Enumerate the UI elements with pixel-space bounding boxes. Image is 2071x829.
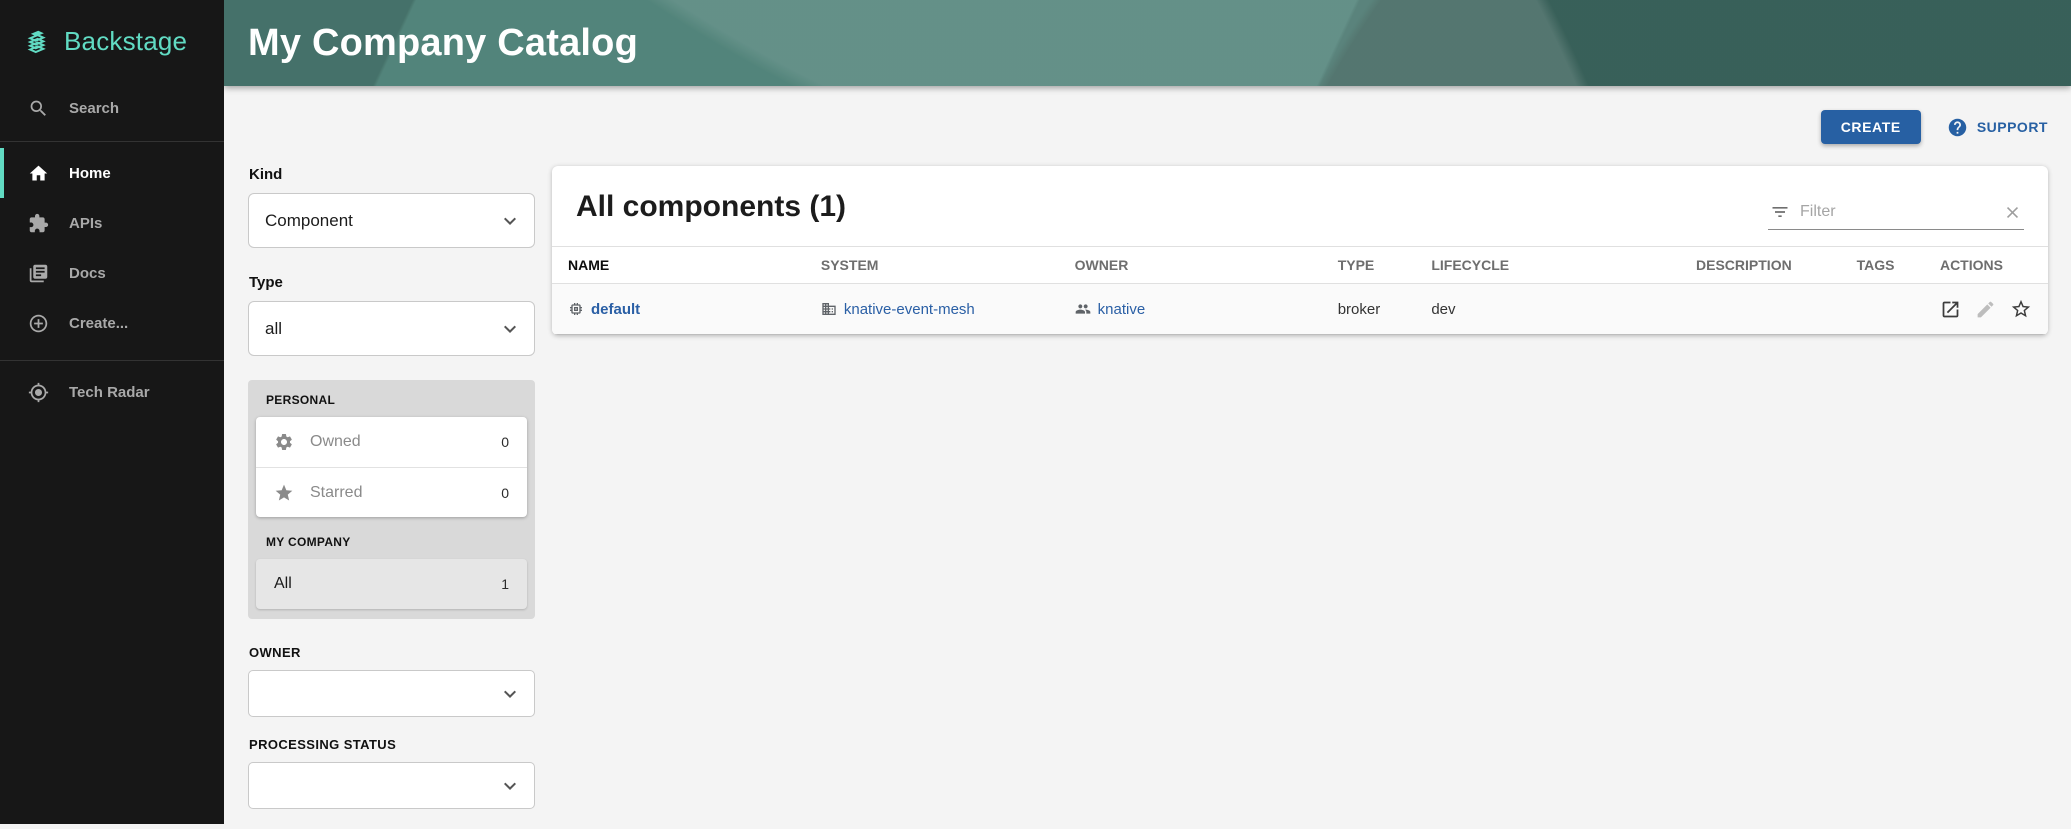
name-cell: default	[568, 301, 789, 318]
processing-status-select[interactable]	[248, 762, 535, 809]
ownership-panel: PERSONAL Owned 0 Starred 0	[248, 380, 535, 619]
column-header-actions: ACTIONS	[1924, 247, 2048, 284]
table-row: default knative-event-mesh	[552, 284, 2048, 335]
sidebar-item-search[interactable]: Search	[0, 81, 224, 135]
sidebar-item-create[interactable]: Create...	[0, 298, 224, 348]
sidebar-divider	[0, 141, 224, 142]
gear-icon	[274, 432, 294, 452]
building-icon	[821, 301, 837, 317]
star-border-icon[interactable]	[2010, 298, 2032, 320]
sidebar-divider	[0, 360, 224, 361]
personal-section-label: PERSONAL	[266, 393, 517, 407]
sidebar-item-apis[interactable]: APIs	[0, 198, 224, 248]
type-label: Type	[249, 274, 535, 291]
backstage-logo[interactable]: Backstage	[0, 0, 224, 81]
owner-cell: knative	[1075, 301, 1306, 318]
sidebar: Backstage Search Home APIs Docs Create..…	[0, 0, 224, 824]
puzzle-icon	[28, 213, 49, 234]
star-icon	[274, 483, 294, 503]
type-select[interactable]: all	[248, 301, 535, 356]
support-label: SUPPORT	[1977, 119, 2048, 135]
main-content: CREATE SUPPORT Kind Component Type all	[224, 86, 2071, 824]
sidebar-item-label: Search	[69, 100, 119, 117]
sidebar-item-tech-radar[interactable]: Tech Radar	[0, 367, 224, 417]
table-title: All components (1)	[576, 190, 846, 224]
kind-label: Kind	[249, 166, 535, 183]
description-cell	[1680, 284, 1841, 335]
owner-link[interactable]: knative	[1098, 301, 1146, 318]
column-header-tags[interactable]: TAGS	[1841, 247, 1924, 284]
owned-label: Owned	[310, 433, 361, 451]
brand-name: Backstage	[64, 26, 187, 57]
page-title: My Company Catalog	[224, 22, 638, 65]
all-filter-item[interactable]: All 1	[256, 559, 527, 609]
chevron-down-icon	[498, 774, 522, 798]
owner-label: OWNER	[249, 645, 535, 660]
components-table-card: All components (1) NAME SYSTEM	[552, 166, 2048, 335]
table-header-row: NAME SYSTEM OWNER TYPE LIFECYCLE DESCRIP…	[552, 247, 2048, 284]
content-toolbar: CREATE SUPPORT	[248, 110, 2048, 144]
company-section-label: MY COMPANY	[266, 535, 517, 549]
column-header-type[interactable]: TYPE	[1322, 247, 1416, 284]
sidebar-item-docs[interactable]: Docs	[0, 248, 224, 298]
all-count: 1	[501, 576, 509, 592]
chip-icon	[568, 301, 584, 317]
owned-count: 0	[501, 434, 509, 450]
personal-card: Owned 0 Starred 0	[256, 417, 527, 517]
sidebar-item-label: Tech Radar	[69, 384, 150, 401]
sidebar-item-label: APIs	[69, 215, 102, 232]
filters-panel: Kind Component Type all PERSONAL	[248, 166, 535, 829]
home-icon	[28, 163, 49, 184]
column-header-description[interactable]: DESCRIPTION	[1680, 247, 1841, 284]
sidebar-item-label: Docs	[69, 265, 106, 282]
actions-cell	[1940, 298, 2032, 320]
page-header: My Company Catalog	[224, 0, 2071, 86]
group-icon	[1075, 301, 1091, 317]
column-header-owner[interactable]: OWNER	[1059, 247, 1322, 284]
column-header-system[interactable]: SYSTEM	[805, 247, 1059, 284]
system-cell: knative-event-mesh	[821, 301, 1043, 318]
system-link[interactable]: knative-event-mesh	[844, 301, 975, 318]
plus-circle-icon	[28, 313, 49, 334]
sidebar-item-label: Create...	[69, 315, 128, 332]
sidebar-item-label: Home	[69, 165, 111, 182]
components-table: NAME SYSTEM OWNER TYPE LIFECYCLE DESCRIP…	[552, 246, 2048, 335]
type-select-value: all	[265, 319, 282, 339]
starred-label: Starred	[310, 484, 362, 502]
column-header-name[interactable]: NAME	[552, 247, 805, 284]
column-header-lifecycle[interactable]: LIFECYCLE	[1415, 247, 1680, 284]
target-icon	[28, 382, 49, 403]
table-filter	[1768, 196, 2024, 230]
support-button[interactable]: SUPPORT	[1947, 117, 2048, 138]
kind-select-value: Component	[265, 211, 353, 231]
clear-filter-icon[interactable]	[2003, 203, 2022, 222]
table-card-header: All components (1)	[552, 166, 2048, 246]
starred-filter-item[interactable]: Starred 0	[256, 467, 527, 517]
filter-list-icon[interactable]	[1770, 202, 1790, 222]
all-label: All	[274, 575, 292, 593]
sidebar-item-home[interactable]: Home	[0, 148, 224, 198]
search-icon	[28, 98, 49, 119]
backstage-logo-icon	[22, 27, 52, 57]
tags-cell	[1841, 284, 1924, 335]
chevron-down-icon	[498, 682, 522, 706]
chevron-down-icon	[498, 209, 522, 233]
create-button[interactable]: CREATE	[1821, 110, 1921, 144]
processing-status-label: PROCESSING STATUS	[249, 737, 535, 752]
chevron-down-icon	[498, 317, 522, 341]
docs-icon	[28, 263, 49, 284]
type-cell: broker	[1322, 284, 1416, 335]
edit-icon[interactable]	[1975, 299, 1996, 320]
open-in-new-icon[interactable]	[1940, 299, 1961, 320]
table-filter-input[interactable]	[1800, 203, 1993, 221]
owner-select[interactable]	[248, 670, 535, 717]
help-icon	[1947, 117, 1968, 138]
entity-link[interactable]: default	[591, 301, 640, 318]
kind-select[interactable]: Component	[248, 193, 535, 248]
owned-filter-item[interactable]: Owned 0	[256, 417, 527, 467]
starred-count: 0	[501, 485, 509, 501]
lifecycle-cell: dev	[1415, 284, 1680, 335]
